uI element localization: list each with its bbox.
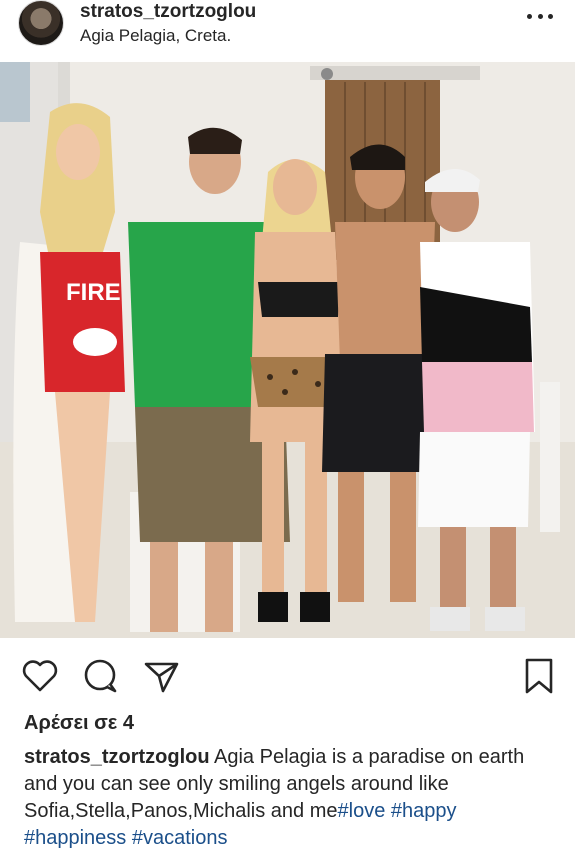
hashtag-happy[interactable]: #happy [391, 800, 457, 822]
post-location[interactable]: Agia Pelagia, Creta. [80, 26, 231, 46]
hashtag-vacations[interactable]: #vacations [132, 827, 228, 849]
hashtag-happiness[interactable]: #happiness [24, 827, 126, 849]
heart-icon[interactable] [20, 656, 60, 696]
post-actions [0, 650, 575, 702]
post-username[interactable]: stratos_tzortzoglou [80, 1, 256, 23]
svg-text:FIRE: FIRE [66, 279, 121, 306]
likes-count[interactable]: Αρέσει σε 4 [24, 712, 134, 735]
avatar[interactable] [18, 0, 64, 46]
caption-username[interactable]: stratos_tzortzoglou [24, 746, 210, 768]
more-options-icon[interactable] [527, 6, 553, 26]
hashtag-love[interactable]: #love [338, 800, 386, 822]
post-caption: stratos_tzortzoglou Agia Pelagia is a pa… [24, 744, 559, 852]
bookmark-icon[interactable] [519, 656, 559, 696]
comment-icon[interactable] [80, 656, 120, 696]
send-icon[interactable] [141, 656, 181, 696]
post-photo[interactable]: FIRE [0, 62, 575, 638]
post-header: stratos_tzortzoglou Agia Pelagia, Creta. [0, 0, 575, 62]
